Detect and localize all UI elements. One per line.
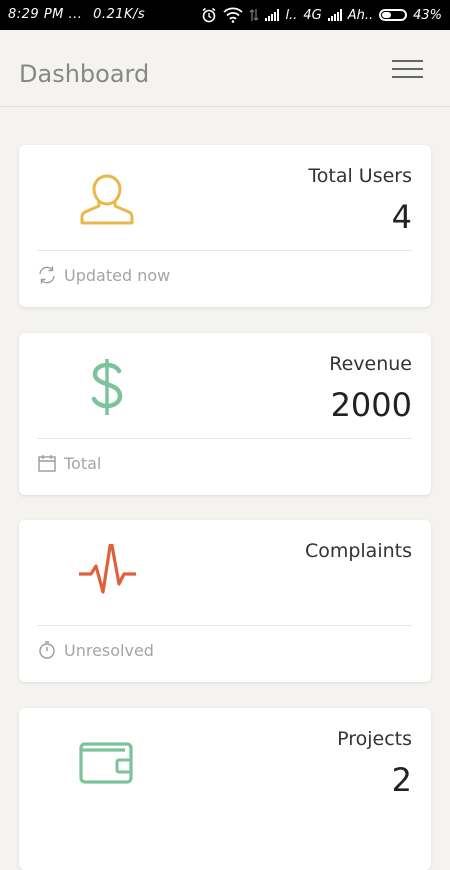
status-left: 8:29 PM ... 0.21K/s (8, 7, 145, 22)
signal-icon (265, 9, 280, 21)
card-divider (37, 250, 412, 251)
card-label: Projects (337, 728, 412, 750)
status-dots: ... (68, 7, 83, 22)
card-value: 2 (391, 761, 412, 799)
status-time: 8:29 PM (8, 7, 64, 22)
status-bar: 8:29 PM ... 0.21K/s l.. 4G Ah.. 43% (0, 0, 450, 30)
refresh-icon (39, 266, 55, 284)
calendar-icon (38, 455, 56, 472)
carrier-name: Ah.. (347, 7, 374, 23)
network-b: 4G (303, 7, 322, 23)
alarm-icon (202, 7, 216, 23)
wallet-icon (79, 742, 133, 784)
card-revenue[interactable]: Revenue 2000 Total (19, 333, 431, 495)
network-a: l.. (285, 7, 298, 23)
card-label: Complaints (304, 540, 412, 562)
user-icon (80, 174, 134, 225)
card-divider (37, 438, 412, 439)
card-value: 4 (391, 198, 412, 236)
card-divider (37, 625, 412, 626)
card-complaints[interactable]: Complaints Unresolved (19, 520, 431, 682)
card-footer: Unresolved (37, 640, 154, 660)
card-projects[interactable]: Projects 2 (19, 708, 431, 870)
card-footer: Updated now (37, 265, 170, 285)
wifi-icon (223, 7, 244, 23)
data-arrows-icon (249, 9, 259, 21)
card-footer-text: Updated now (64, 265, 171, 285)
status-right: l.. 4G Ah.. 43% (201, 7, 442, 23)
app-bar: Dashboard (0, 30, 450, 107)
card-label: Total Users (308, 165, 412, 187)
menu-button[interactable] (392, 58, 424, 80)
battery-icon (379, 9, 408, 21)
dollar-icon (91, 359, 123, 415)
card-footer-text: Unresolved (64, 640, 154, 660)
signal-icon (327, 9, 342, 21)
card-label: Revenue (329, 353, 412, 375)
timer-icon (39, 641, 55, 659)
card-value: 2000 (330, 386, 412, 424)
card-footer-text: Total (64, 453, 102, 473)
battery-percent: 43% (413, 7, 442, 23)
pulse-icon (79, 544, 136, 594)
card-footer: Total (37, 453, 101, 473)
status-speed: 0.21K/s (93, 7, 146, 22)
card-total-users[interactable]: Total Users 4 Updated now (19, 145, 431, 307)
page-title: Dashboard (19, 60, 150, 88)
battery-fill (382, 12, 392, 18)
